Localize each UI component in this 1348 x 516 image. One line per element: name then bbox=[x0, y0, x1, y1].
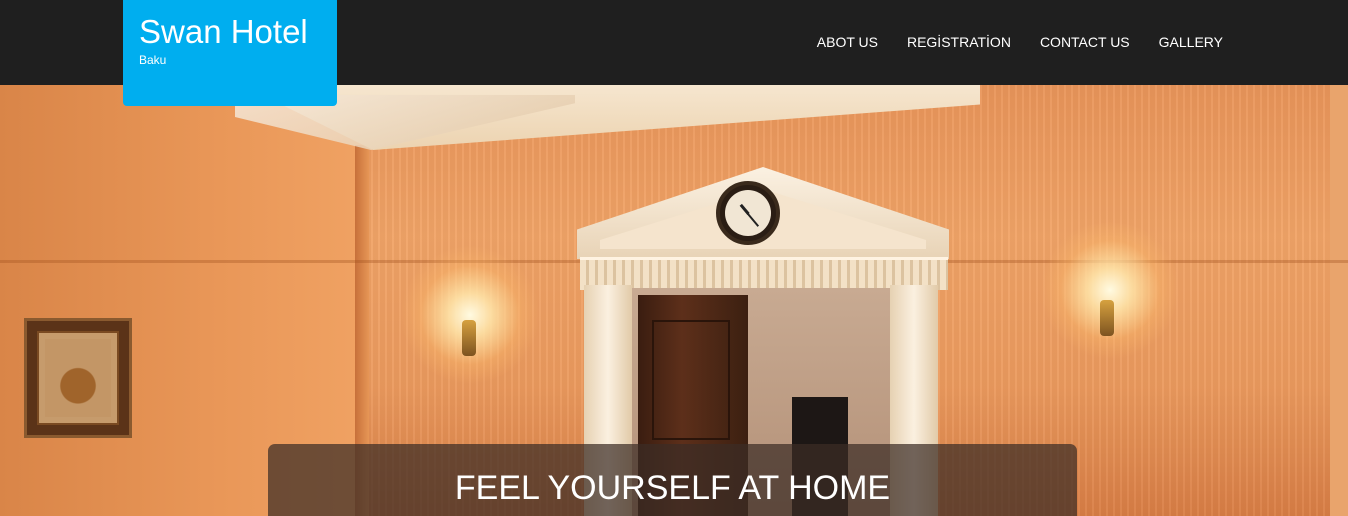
page: ABOT US REGİSTRATİON CONTACT US GALLERY … bbox=[0, 0, 1348, 516]
hero-picture-frame bbox=[24, 318, 132, 438]
door-panel bbox=[652, 320, 730, 440]
main-nav: ABOT US REGİSTRATİON CONTACT US GALLERY bbox=[817, 0, 1223, 85]
nav-item-registration: REGİSTRATİON bbox=[907, 34, 1011, 52]
nav-link-contact-us[interactable]: CONTACT US bbox=[1040, 34, 1130, 50]
wall-clock bbox=[716, 181, 780, 245]
hero-caption-box: FEEL YOURSELF AT HOME bbox=[268, 444, 1077, 516]
hero-caption: FEEL YOURSELF AT HOME bbox=[454, 469, 891, 507]
brand-subtitle: Baku bbox=[139, 53, 167, 67]
nav-link-gallery[interactable]: GALLERY bbox=[1159, 34, 1223, 50]
clock-face bbox=[725, 190, 771, 236]
brand-title: Swan Hotel bbox=[139, 13, 308, 50]
hero-picture-art bbox=[45, 339, 111, 417]
sconce-bracket-right bbox=[1100, 300, 1114, 336]
wall-sconce-right bbox=[1040, 220, 1180, 360]
nav-item-about: ABOT US bbox=[817, 34, 878, 52]
hero-wall-right bbox=[1330, 85, 1348, 516]
sconce-bracket-left bbox=[462, 320, 476, 356]
nav-link-registration[interactable]: REGİSTRATİON bbox=[907, 34, 1011, 50]
wall-sconce-left bbox=[400, 245, 540, 385]
clock-minute-hand bbox=[747, 213, 760, 227]
brand-logo-link[interactable]: Swan Hotel Baku bbox=[123, 0, 337, 106]
nav-link-about-us[interactable]: ABOT US bbox=[817, 34, 878, 50]
nav-item-contact: CONTACT US bbox=[1040, 34, 1130, 52]
nav-item-gallery: GALLERY bbox=[1159, 34, 1223, 52]
